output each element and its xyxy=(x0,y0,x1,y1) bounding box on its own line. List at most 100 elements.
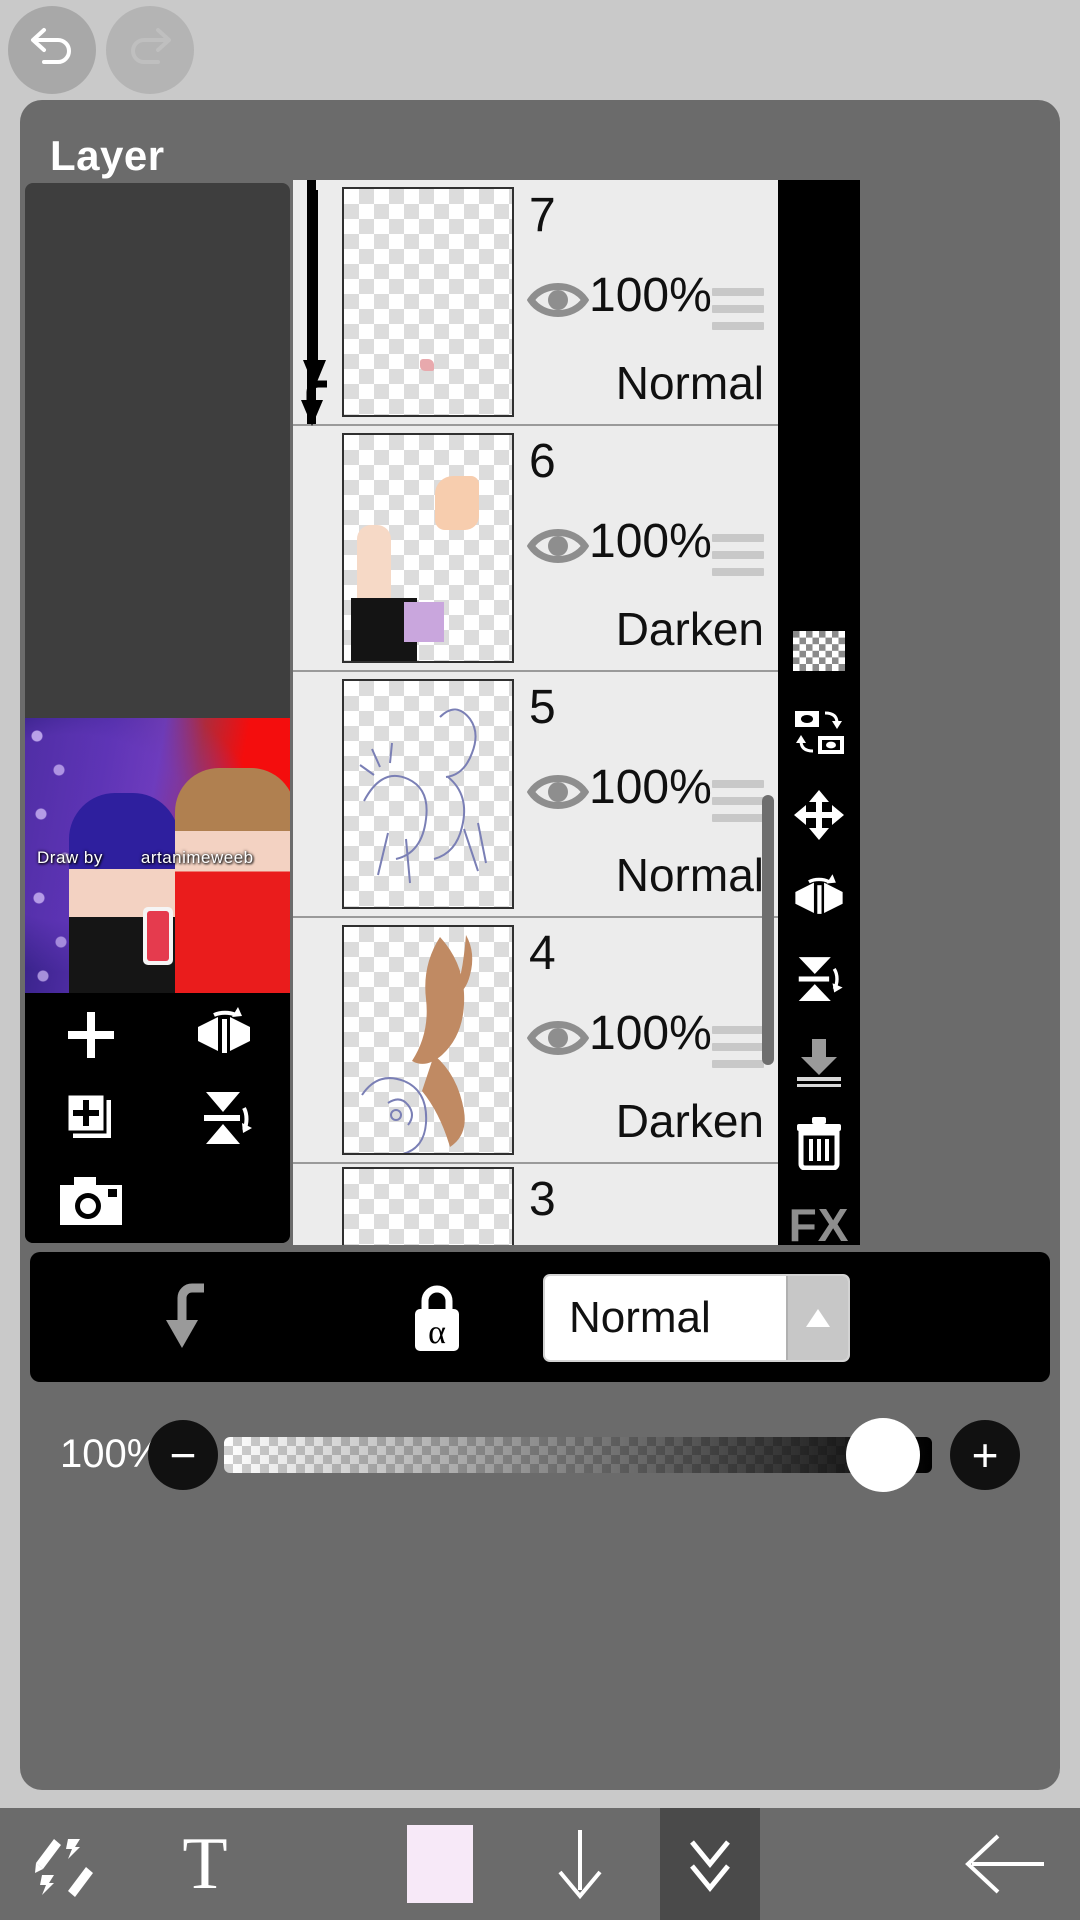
clipping-toggle-button[interactable] xyxy=(150,1278,228,1356)
layer-list[interactable]: 7 100% Normal 6 100% Darken 5 100% Norma… xyxy=(293,180,778,1245)
preview-column: Draw by artanimeweeb xyxy=(25,183,290,1243)
blend-mode-select[interactable]: Normal xyxy=(543,1274,850,1362)
layer-number: 5 xyxy=(529,681,556,734)
layer-number: 3 xyxy=(529,1173,556,1226)
layer-thumbnail-wrap[interactable] xyxy=(335,918,521,1162)
layer-drag-handle[interactable] xyxy=(712,1026,764,1077)
camera-icon xyxy=(60,1177,123,1226)
table-row[interactable]: 6 100% Darken xyxy=(293,426,778,672)
thumb-content xyxy=(361,935,473,1153)
ibispaint-layer-screen: Layer Draw by artanimeweeb 7 100% Normal… xyxy=(0,0,1080,1920)
import-photo-button[interactable] xyxy=(52,1162,130,1240)
duplicate-layer-button[interactable] xyxy=(52,1079,130,1157)
layer-thumbnail-wrap[interactable] xyxy=(335,180,521,424)
top-toolbar xyxy=(0,0,1080,100)
duplicate-layer-icon xyxy=(65,1092,112,1138)
move-icon xyxy=(794,790,844,840)
layer-number: 6 xyxy=(529,435,556,488)
download-button[interactable] xyxy=(500,1808,660,1920)
eye-icon[interactable] xyxy=(527,1016,589,1060)
flip-vertical-icon xyxy=(203,1091,252,1144)
alpha-lock-button[interactable]: α xyxy=(398,1278,476,1356)
opacity-slider-track[interactable] xyxy=(224,1437,932,1473)
collapse-panel-button[interactable] xyxy=(660,1808,760,1920)
opacity-decrease-button[interactable]: − xyxy=(148,1420,218,1490)
table-row[interactable]: 7 100% Normal xyxy=(293,180,778,426)
watermark-prefix: Draw by xyxy=(37,848,103,868)
eye-icon[interactable] xyxy=(527,524,589,568)
add-layer-button[interactable] xyxy=(52,996,130,1074)
blend-mode-dropdown-arrow[interactable] xyxy=(786,1276,848,1360)
rotate-canvas-icon xyxy=(795,711,844,754)
layer-meta: 7 100% Normal xyxy=(521,180,778,424)
clipping-arrow-icon xyxy=(301,190,327,426)
flip-horizontal-icon xyxy=(197,1006,250,1053)
layer-thumbnail[interactable] xyxy=(342,1167,514,1245)
merge-down-icon xyxy=(797,1039,841,1087)
layer-opacity: 100% xyxy=(589,515,712,568)
merge-down-button[interactable] xyxy=(778,1020,860,1102)
clipping-arrow-icon xyxy=(166,1283,204,1348)
layer-thumbnail-wrap[interactable] xyxy=(335,1164,521,1245)
trash-icon xyxy=(797,1117,841,1170)
redo-button[interactable] xyxy=(106,6,194,94)
table-row[interactable]: 3 xyxy=(293,1164,778,1245)
flip-horizontal-button[interactable] xyxy=(185,996,263,1074)
color-swatch[interactable] xyxy=(360,1808,520,1920)
double-chevron-down-icon xyxy=(690,1840,730,1892)
blend-mode-value: Normal xyxy=(569,1293,711,1342)
move-layer-button[interactable] xyxy=(778,774,860,856)
layer-thumbnail[interactable] xyxy=(342,679,514,909)
flip-vertical-button[interactable] xyxy=(185,1079,263,1157)
brush-eraser-icon xyxy=(35,1839,93,1897)
clipping-indicator-column xyxy=(293,672,335,916)
layer-thumbnail-wrap[interactable] xyxy=(335,426,521,670)
layer-action-grid xyxy=(25,993,290,1243)
layer-opacity: 100% xyxy=(589,761,712,814)
layer-panel: Layer Draw by artanimeweeb 7 100% Normal… xyxy=(20,100,1060,1790)
table-row[interactable]: 5 100% Normal xyxy=(293,672,778,918)
layer-meta: 5 100% Normal xyxy=(521,672,778,916)
undo-icon xyxy=(31,28,71,64)
opacity-slider-bar: 100% − + xyxy=(20,1390,1060,1520)
back-button[interactable] xyxy=(930,1808,1080,1920)
redo-icon xyxy=(131,28,171,64)
layer-thumbnail[interactable] xyxy=(342,433,514,663)
canvas-preview[interactable]: Draw by artanimeweeb xyxy=(25,718,290,993)
undo-button[interactable] xyxy=(8,6,96,94)
flip-horizontal-icon xyxy=(795,874,843,914)
checkerboard-icon xyxy=(793,631,845,671)
brush-eraser-tool[interactable] xyxy=(0,1808,130,1920)
eye-icon[interactable] xyxy=(527,770,589,814)
rotate-canvas-button[interactable] xyxy=(778,692,860,774)
transparency-button[interactable] xyxy=(778,610,860,692)
fx-icon: FX xyxy=(788,1199,850,1251)
layer-drag-handle[interactable] xyxy=(712,534,764,585)
arrow-left-icon xyxy=(965,1834,1044,1894)
layer-thumbnail[interactable] xyxy=(342,187,514,417)
text-tool[interactable]: T xyxy=(130,1808,280,1920)
layer-thumbnail[interactable] xyxy=(342,925,514,1155)
bottom-toolbar: T xyxy=(0,1808,1080,1920)
flip-horizontal-button[interactable] xyxy=(778,856,860,938)
eye-icon[interactable] xyxy=(527,278,589,322)
layer-thumbnail-wrap[interactable] xyxy=(335,672,521,916)
delete-layer-button[interactable] xyxy=(778,1102,860,1184)
clipping-indicator-column xyxy=(293,180,335,426)
layer-drag-handle[interactable] xyxy=(712,288,764,339)
layer-list-scrollbar[interactable] xyxy=(762,795,774,1065)
flip-vertical-button[interactable] xyxy=(778,938,860,1020)
table-row[interactable]: 4 100% Darken xyxy=(293,918,778,1164)
watermark: Draw by artanimeweeb xyxy=(37,848,254,868)
layer-meta: 4 100% Darken xyxy=(521,918,778,1162)
alpha-glyph: α xyxy=(428,1314,446,1351)
character-right xyxy=(175,768,290,993)
alpha-lock-icon: α xyxy=(415,1285,459,1351)
layer-drag-handle[interactable] xyxy=(712,780,764,831)
opacity-slider-knob[interactable] xyxy=(846,1418,920,1492)
clipping-indicator-column xyxy=(293,918,335,1162)
triangle-up-icon xyxy=(806,1309,830,1327)
layer-opacity: 100% xyxy=(589,1007,712,1060)
clipping-indicator-column xyxy=(293,426,335,670)
opacity-increase-button[interactable]: + xyxy=(950,1420,1020,1490)
